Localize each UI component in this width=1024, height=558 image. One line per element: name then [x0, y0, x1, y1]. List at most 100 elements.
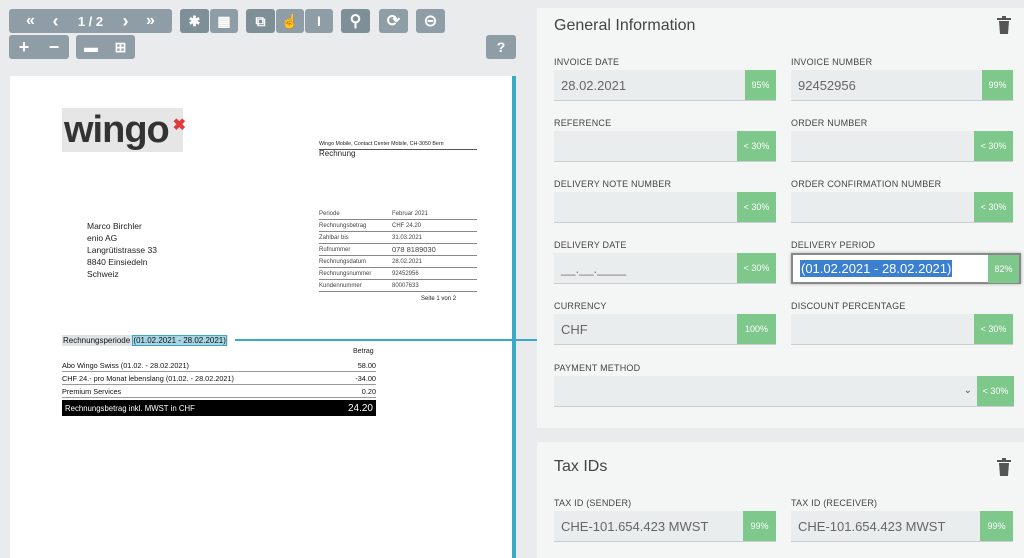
panel-title: Tax IDs [554, 458, 608, 475]
reference-field[interactable]: < 30% [554, 131, 776, 162]
info-value: 92452956 [392, 270, 419, 277]
order-number-field[interactable]: < 30% [791, 131, 1013, 162]
grid-view-button[interactable]: ▦ [210, 9, 238, 33]
delivery-period-field[interactable]: (01.02.2021 - 28.02.2021) 82% [791, 253, 1021, 284]
invoice-date-field[interactable]: 28.02.2021 95% [554, 70, 776, 101]
line-label: Abo Wingo Swiss (01.02. - 28.02.2021) [62, 360, 189, 370]
confidence-badge: 99% [982, 70, 1013, 100]
info-key: Rechnungsnummer [319, 270, 372, 277]
field-value-selected: (01.02.2021 - 28.02.2021) [800, 260, 953, 277]
prev-page-button[interactable]: ‹ [45, 11, 67, 32]
info-key: Kundennummer [319, 282, 362, 289]
tax-receiver-field[interactable]: CHE-101.654.423 MWST 99% [791, 511, 1013, 542]
ruler-button[interactable]: ▬ [76, 39, 106, 55]
tax-sender-field[interactable]: CHE-101.654.423 MWST 99% [554, 511, 776, 542]
info-key: Zahlbar bis [319, 234, 349, 241]
address-line-3: Langrütistrasse 33 [87, 245, 157, 255]
first-page-button[interactable]: « [17, 12, 45, 30]
hand-tool-button[interactable]: ☝ [276, 9, 304, 33]
line-amount: 0.20 [361, 386, 376, 396]
field-value: CHE-101.654.423 MWST [561, 518, 709, 534]
info-value: 078 8189030 [392, 245, 436, 254]
layout-button[interactable]: ⊞ [106, 39, 135, 56]
address-line-5: Schweiz [87, 269, 119, 279]
confidence-badge: 99% [743, 511, 776, 541]
line-label: Premium Services [62, 386, 122, 396]
info-key: Rufnummer [319, 246, 351, 253]
payment-method-select[interactable]: ⌄ < 30% [554, 376, 1014, 407]
info-row: Rufnummer 078 8189030 [319, 244, 477, 256]
confidence-badge: 100% [737, 314, 776, 344]
discount-field[interactable]: < 30% [791, 314, 1013, 345]
line-item: Abo Wingo Swiss (01.02. - 28.02.2021) 58.… [62, 359, 376, 372]
field-value: 92452956 [798, 77, 856, 93]
ruler-icon: ▬ [84, 39, 98, 55]
line-amount: 58.00 [357, 360, 376, 370]
search-icon: ⚲ [349, 13, 362, 30]
page-info: Seite 1 von 2 [421, 296, 457, 302]
text-select-button[interactable]: I [305, 9, 333, 33]
payment-method-label: PAYMENT METHOD [554, 363, 641, 373]
invoice-number-label: INVOICE NUMBER [791, 57, 873, 67]
last-page-button[interactable]: » [137, 12, 165, 30]
order-confirmation-field[interactable]: < 30% [791, 192, 1013, 223]
document-scroll-indicator [512, 76, 516, 558]
reference-label: REFERENCE [554, 118, 612, 128]
confidence-badge: < 30% [977, 376, 1014, 406]
redo-button[interactable]: ⟳ [379, 9, 408, 33]
search-button[interactable]: ⚲ [341, 9, 370, 33]
confidence-badge: < 30% [974, 192, 1013, 222]
delivery-note-field[interactable]: < 30% [554, 192, 776, 223]
scan-icon: ⊝ [423, 13, 438, 30]
copy-icon: ⧉ [255, 12, 266, 29]
info-row: Rechnungsdatum 28.02.2021 [319, 256, 477, 268]
sender-line: Wingo Mobile, Contact Center Mobile, CH-… [319, 141, 444, 147]
copy-tool-button[interactable]: ⧉ [246, 9, 275, 33]
currency-field[interactable]: CHF 100% [554, 314, 776, 345]
info-value: 80007633 [392, 282, 419, 289]
wingo-logo: wingo ✖ [62, 108, 186, 152]
confidence-badge: < 30% [737, 192, 776, 222]
page-navigation-group: « ‹ 1 / 2 › » [9, 9, 172, 33]
field-value: 28.02.2021 [561, 77, 627, 93]
order-number-label: ORDER NUMBER [791, 118, 868, 128]
info-key: Rechnungsdatum [319, 258, 367, 265]
amount-header: Betrag [353, 348, 374, 355]
zoom-in-button[interactable]: + [9, 37, 39, 58]
confidence-badge: < 30% [974, 131, 1013, 161]
field-value: __.__.____ [561, 260, 627, 276]
info-row: Rechnungsnummer 92452956 [319, 268, 477, 280]
help-icon: ? [496, 39, 506, 55]
total-amount: 24.20 [347, 402, 373, 414]
line-amount: -34.00 [355, 373, 376, 383]
info-row: Rechnungsbetrag CHF 24.20 [319, 220, 477, 232]
address-line-2: enio AG [87, 233, 118, 243]
period-value-highlight[interactable]: (01.02.2021 - 28.02.2021) [132, 335, 227, 346]
info-value: 31.03.2021 [392, 234, 423, 241]
layout-icon: ⊞ [114, 38, 127, 55]
zoom-out-button[interactable]: − [39, 37, 69, 58]
info-key: Periode [319, 210, 340, 217]
trash-icon[interactable] [996, 16, 1012, 34]
document-page: wingo ✖ Wingo Mobile, Contact Center Mob… [10, 76, 516, 558]
invoice-number-field[interactable]: 92452956 99% [791, 70, 1013, 101]
fit-group: ▬ ⊞ [76, 35, 135, 59]
period-line-highlight[interactable]: Rechnungsperiode (01.02.2021 - 28.02.202… [62, 335, 228, 346]
line-item: Premium Services 0.20 [62, 385, 376, 398]
period-label: Rechnungsperiode [63, 336, 131, 345]
asterisk-button[interactable]: ✱ [180, 9, 209, 33]
logo-text: wingo [64, 109, 170, 151]
chevron-down-icon[interactable]: ⌄ [964, 385, 972, 396]
invoice-date-label: INVOICE DATE [554, 57, 620, 67]
confidence-badge: < 30% [737, 253, 776, 283]
document-title: Rechnung [319, 149, 356, 158]
tax-ids-panel: Tax IDs TAX ID (SENDER) CHE-101.654.423 … [537, 442, 1024, 558]
help-button[interactable]: ? [486, 35, 516, 59]
scan-button[interactable]: ⊝ [416, 9, 445, 33]
next-page-button[interactable]: › [115, 11, 137, 32]
line-label: CHF 24.- pro Monat lebenslang (01.02. - … [62, 373, 234, 383]
trash-icon[interactable] [996, 458, 1012, 476]
delivery-date-field[interactable]: __.__.____ < 30% [554, 253, 776, 284]
info-value: 28.02.2021 [392, 258, 423, 265]
address-line-1: Marco Birchler [87, 221, 142, 231]
